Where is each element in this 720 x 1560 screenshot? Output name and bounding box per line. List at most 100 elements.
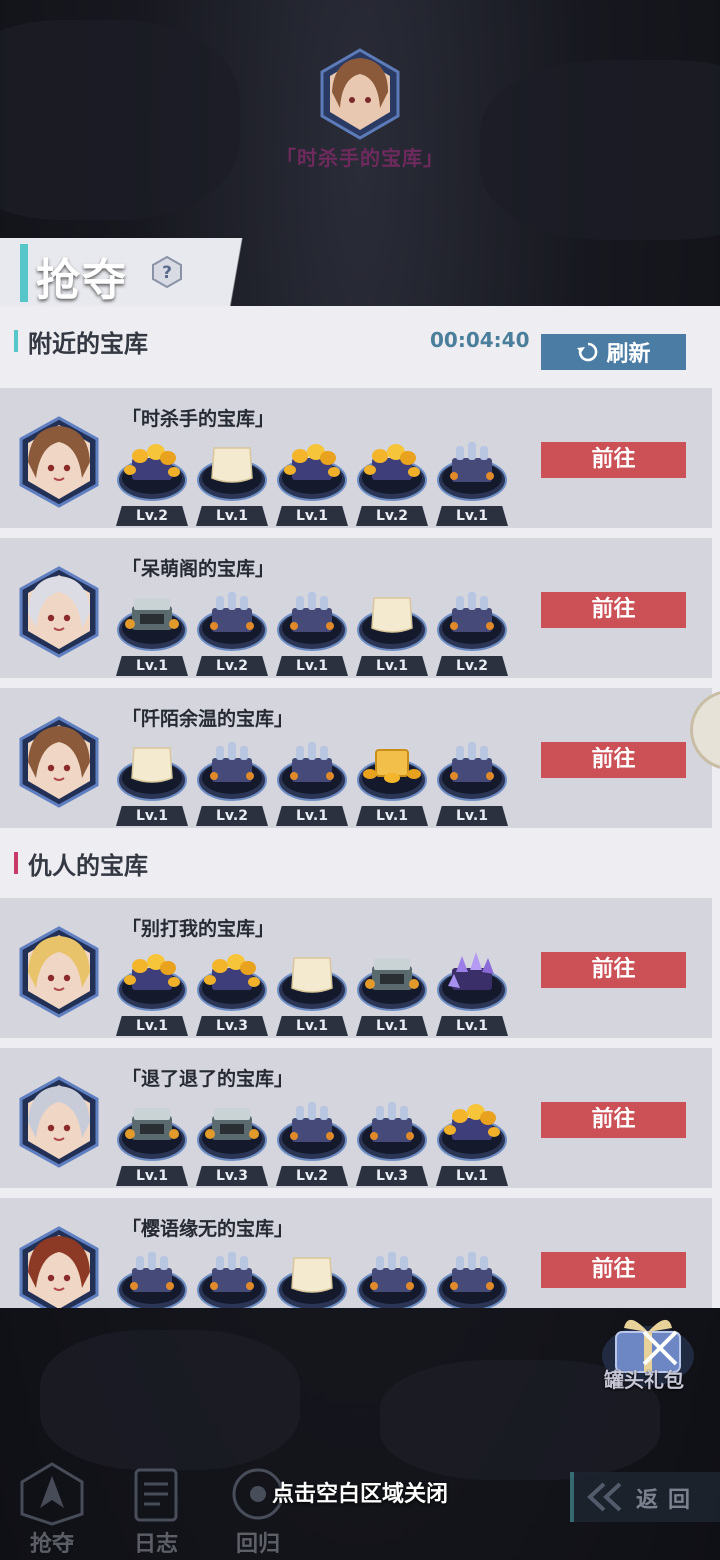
vault-row: 「时杀手的宝库」 Lv.2 Lv.1 Lv.1 Lv.2 Lv.1 前往 [0, 388, 712, 528]
resource-chest[interactable] [356, 1244, 428, 1308]
bottles-chest-icon [357, 1252, 427, 1308]
section-title: 仇人的宝库 [28, 852, 148, 880]
resource-chest[interactable]: Lv.1 [116, 584, 188, 676]
level-badge: Lv.2 [116, 506, 188, 526]
level-badge: Lv.1 [116, 1166, 188, 1186]
resource-chest[interactable]: Lv.1 [356, 944, 428, 1036]
resource-list: Lv.2 Lv.1 Lv.1 Lv.2 Lv.1 [116, 434, 516, 526]
player-avatar[interactable] [18, 566, 100, 658]
vault-name: 「退了退了的宝库」 [122, 1068, 294, 1090]
resource-chest[interactable]: Lv.1 [116, 734, 188, 826]
back-button[interactable]: 返回 [570, 1472, 720, 1522]
go-button[interactable]: 前往 [541, 1102, 686, 1138]
resource-chest[interactable]: Lv.3 [356, 1094, 428, 1186]
gold-chest-icon [437, 1104, 507, 1161]
resource-chest[interactable]: Lv.2 [196, 734, 268, 826]
goldbox-chest-icon [357, 749, 427, 801]
svg-text:?: ? [162, 263, 172, 283]
level-badge: Lv.1 [436, 506, 508, 526]
resource-chest[interactable]: Lv.2 [116, 434, 188, 526]
resource-chest[interactable]: Lv.3 [196, 944, 268, 1036]
level-badge: Lv.2 [196, 806, 268, 826]
go-button[interactable]: 前往 [541, 592, 686, 628]
go-button[interactable]: 前往 [541, 742, 686, 778]
refresh-label: 刷新 [606, 342, 651, 367]
ore-chest-icon [117, 747, 187, 801]
gift-label: 罐头礼包 [604, 1368, 684, 1392]
bottles-chest-icon [277, 1102, 347, 1161]
player-avatar[interactable] [18, 926, 100, 1018]
resource-chest[interactable]: Lv.1 [436, 944, 508, 1036]
page-title: 抢夺 [36, 255, 128, 306]
level-badge: Lv.2 [196, 656, 268, 676]
close-icon[interactable] [640, 1328, 680, 1368]
level-badge: Lv.1 [196, 506, 268, 526]
level-badge: Lv.1 [436, 1016, 508, 1036]
gold-chest-icon [117, 444, 187, 501]
player-avatar[interactable] [18, 416, 100, 508]
level-badge: Lv.3 [196, 1166, 268, 1186]
refresh-button[interactable]: 刷新 [541, 334, 686, 370]
resource-chest[interactable]: Lv.1 [116, 944, 188, 1036]
resource-chest[interactable]: Lv.1 [356, 734, 428, 826]
owner-avatar [320, 48, 400, 140]
level-badge: Lv.3 [356, 1166, 428, 1186]
resource-chest[interactable] [116, 1244, 188, 1308]
refresh-icon [577, 342, 598, 362]
resource-chest[interactable]: Lv.1 [196, 434, 268, 526]
silver-chest-icon [117, 1108, 187, 1161]
ore-chest-icon [197, 447, 267, 501]
resource-chest[interactable]: Lv.2 [356, 434, 428, 526]
player-avatar[interactable] [18, 1076, 100, 1168]
ore-chest-icon [277, 1257, 347, 1308]
vault-name: 「阡陌余温的宝库」 [122, 708, 294, 730]
bottles-chest-icon [437, 742, 507, 801]
resource-chest[interactable] [276, 1244, 348, 1308]
silver-chest-icon [357, 958, 427, 1011]
resource-chest[interactable]: Lv.1 [276, 944, 348, 1036]
resource-chest[interactable]: Lv.1 [116, 1094, 188, 1186]
bottles-chest-icon [197, 592, 267, 651]
resource-chest[interactable]: Lv.1 [276, 734, 348, 826]
resource-list [116, 1244, 516, 1308]
background-rock [0, 20, 240, 220]
resource-chest[interactable]: Lv.1 [436, 734, 508, 826]
player-avatar[interactable] [18, 716, 100, 808]
bottles-chest-icon [277, 592, 347, 651]
resource-chest[interactable]: Lv.1 [276, 584, 348, 676]
level-badge: Lv.1 [356, 806, 428, 826]
resource-chest[interactable] [436, 1244, 508, 1308]
bottles-chest-icon [437, 442, 507, 501]
resource-chest[interactable]: Lv.1 [436, 434, 508, 526]
level-badge: Lv.3 [196, 1016, 268, 1036]
vault-row: 「别打我的宝库」 Lv.1 Lv.3 Lv.1 Lv.1 Lv.1 前往 [0, 898, 712, 1038]
bottles-chest-icon [357, 1102, 427, 1161]
level-badge: Lv.1 [116, 1016, 188, 1036]
go-button[interactable]: 前往 [541, 1252, 686, 1288]
level-badge: Lv.1 [356, 1016, 428, 1036]
resource-chest[interactable]: Lv.3 [196, 1094, 268, 1186]
vault-name: 「樱语缘无的宝库」 [122, 1218, 294, 1240]
question-icon[interactable]: ? [152, 256, 182, 288]
resource-chest[interactable]: Lv.1 [276, 434, 348, 526]
crystal-chest-icon [437, 952, 507, 1011]
resource-chest[interactable]: Lv.1 [356, 584, 428, 676]
level-badge: Lv.2 [356, 506, 428, 526]
resource-chest[interactable]: Lv.2 [196, 584, 268, 676]
resource-chest[interactable]: Lv.1 [436, 1094, 508, 1186]
plunder-screen: 「时杀手的宝库」 抢夺 ? 附近的宝库 00:04:40 刷新 「时杀手的宝库」 [0, 0, 720, 1560]
back-label: 返回 [636, 1488, 701, 1513]
go-button[interactable]: 前往 [541, 442, 686, 478]
vault-row: 「阡陌余温的宝库」 Lv.1 Lv.2 Lv.1 Lv.1 Lv.1 前往 [0, 688, 712, 828]
gold-chest-icon [197, 954, 267, 1011]
section-bar [14, 330, 18, 352]
go-button[interactable]: 前往 [541, 952, 686, 988]
level-badge: Lv.2 [276, 1166, 348, 1186]
resource-chest[interactable] [196, 1244, 268, 1308]
resource-chest[interactable]: Lv.2 [436, 584, 508, 676]
player-avatar[interactable] [18, 1226, 100, 1308]
nearby-section-header: 附近的宝库 00:04:40 刷新 [0, 306, 720, 370]
resource-chest[interactable]: Lv.2 [276, 1094, 348, 1186]
bottles-chest-icon [437, 1252, 507, 1308]
resource-list: Lv.1 Lv.3 Lv.1 Lv.1 Lv.1 [116, 944, 516, 1036]
